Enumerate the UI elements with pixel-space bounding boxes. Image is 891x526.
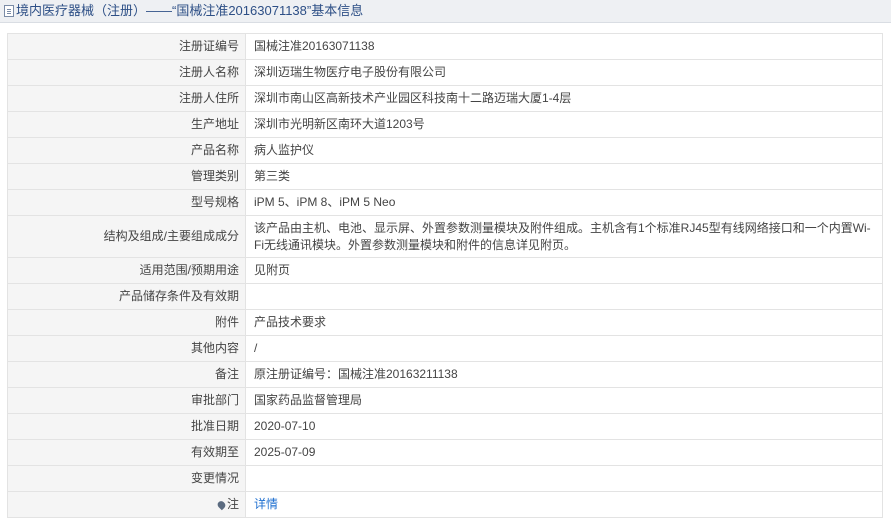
- row-label: 注册人住所: [7, 85, 246, 112]
- info-table: 注册证编号 国械注准20163071138 注册人名称 深圳迈瑞生物医疗电子股份…: [7, 33, 883, 518]
- row-value: 国械注准20163071138: [245, 33, 883, 60]
- row-label: 产品名称: [7, 137, 246, 164]
- pin-icon: [216, 499, 227, 511]
- page-title: 境内医疗器械（注册）——“国械注准20163071138”基本信息: [16, 3, 364, 18]
- row-label: 型号规格: [7, 189, 246, 216]
- table-row: 其他内容 /: [7, 335, 883, 362]
- row-label: 注册证编号: [7, 33, 246, 60]
- table-row: 批准日期 2020-07-10: [7, 413, 883, 440]
- row-value: 见附页: [245, 257, 883, 284]
- row-value: 病人监护仪: [245, 137, 883, 164]
- row-label: 附件: [7, 309, 246, 336]
- row-label: 产品储存条件及有效期: [7, 283, 246, 310]
- row-value: [245, 283, 883, 310]
- document-icon: [4, 5, 14, 17]
- row-label: 变更情况: [7, 465, 246, 492]
- table-row: 有效期至 2025-07-09: [7, 439, 883, 466]
- row-label: 适用范围/预期用途: [7, 257, 246, 284]
- table-row: 产品名称 病人监护仪: [7, 137, 883, 164]
- table-row: 注 详情: [7, 491, 883, 518]
- table-row: 变更情况: [7, 465, 883, 492]
- page-title-bar: 境内医疗器械（注册）——“国械注准20163071138”基本信息: [0, 0, 891, 23]
- row-label: 注册人名称: [7, 59, 246, 86]
- table-row: 备注 原注册证编号：国械注准20163211138: [7, 361, 883, 388]
- row-label: 生产地址: [7, 111, 246, 138]
- note-label-cell: 注: [7, 491, 246, 518]
- row-value: 原注册证编号：国械注准20163211138: [245, 361, 883, 388]
- table-row: 生产地址 深圳市光明新区南环大道1203号: [7, 111, 883, 138]
- row-label: 有效期至: [7, 439, 246, 466]
- row-value: 该产品由主机、电池、显示屏、外置参数测量模块及附件组成。主机含有1个标准RJ45…: [245, 215, 883, 258]
- table-row: 产品储存条件及有效期: [7, 283, 883, 310]
- row-value: 深圳市南山区高新技术产业园区科技南十二路迈瑞大厦1-4层: [245, 85, 883, 112]
- row-label: 批准日期: [7, 413, 246, 440]
- row-value: /: [245, 335, 883, 362]
- table-row: 结构及组成/主要组成成分 该产品由主机、电池、显示屏、外置参数测量模块及附件组成…: [7, 215, 883, 258]
- row-value: 第三类: [245, 163, 883, 190]
- table-row: 适用范围/预期用途 见附页: [7, 257, 883, 284]
- row-label: 结构及组成/主要组成成分: [7, 215, 246, 258]
- row-value: 深圳迈瑞生物医疗电子股份有限公司: [245, 59, 883, 86]
- row-value: 2020-07-10: [245, 413, 883, 440]
- table-row: 注册证编号 国械注准20163071138: [7, 33, 883, 60]
- table-row: 注册人住所 深圳市南山区高新技术产业园区科技南十二路迈瑞大厦1-4层: [7, 85, 883, 112]
- table-row: 型号规格 iPM 5、iPM 8、iPM 5 Neo: [7, 189, 883, 216]
- table-row: 管理类别 第三类: [7, 163, 883, 190]
- details-link[interactable]: 详情: [254, 497, 278, 511]
- row-value: [245, 465, 883, 492]
- row-value: 深圳市光明新区南环大道1203号: [245, 111, 883, 138]
- row-value: iPM 5、iPM 8、iPM 5 Neo: [245, 189, 883, 216]
- row-value: 产品技术要求: [245, 309, 883, 336]
- table-row: 审批部门 国家药品监督管理局: [7, 387, 883, 414]
- table-row: 注册人名称 深圳迈瑞生物医疗电子股份有限公司: [7, 59, 883, 86]
- row-value: 2025-07-09: [245, 439, 883, 466]
- row-label: 其他内容: [7, 335, 246, 362]
- row-label: 管理类别: [7, 163, 246, 190]
- row-value: 国家药品监督管理局: [245, 387, 883, 414]
- note-value-cell: 详情: [245, 491, 883, 518]
- row-label: 备注: [7, 361, 246, 388]
- table-row: 附件 产品技术要求: [7, 309, 883, 336]
- row-label: 审批部门: [7, 387, 246, 414]
- row-label: 注: [226, 497, 239, 511]
